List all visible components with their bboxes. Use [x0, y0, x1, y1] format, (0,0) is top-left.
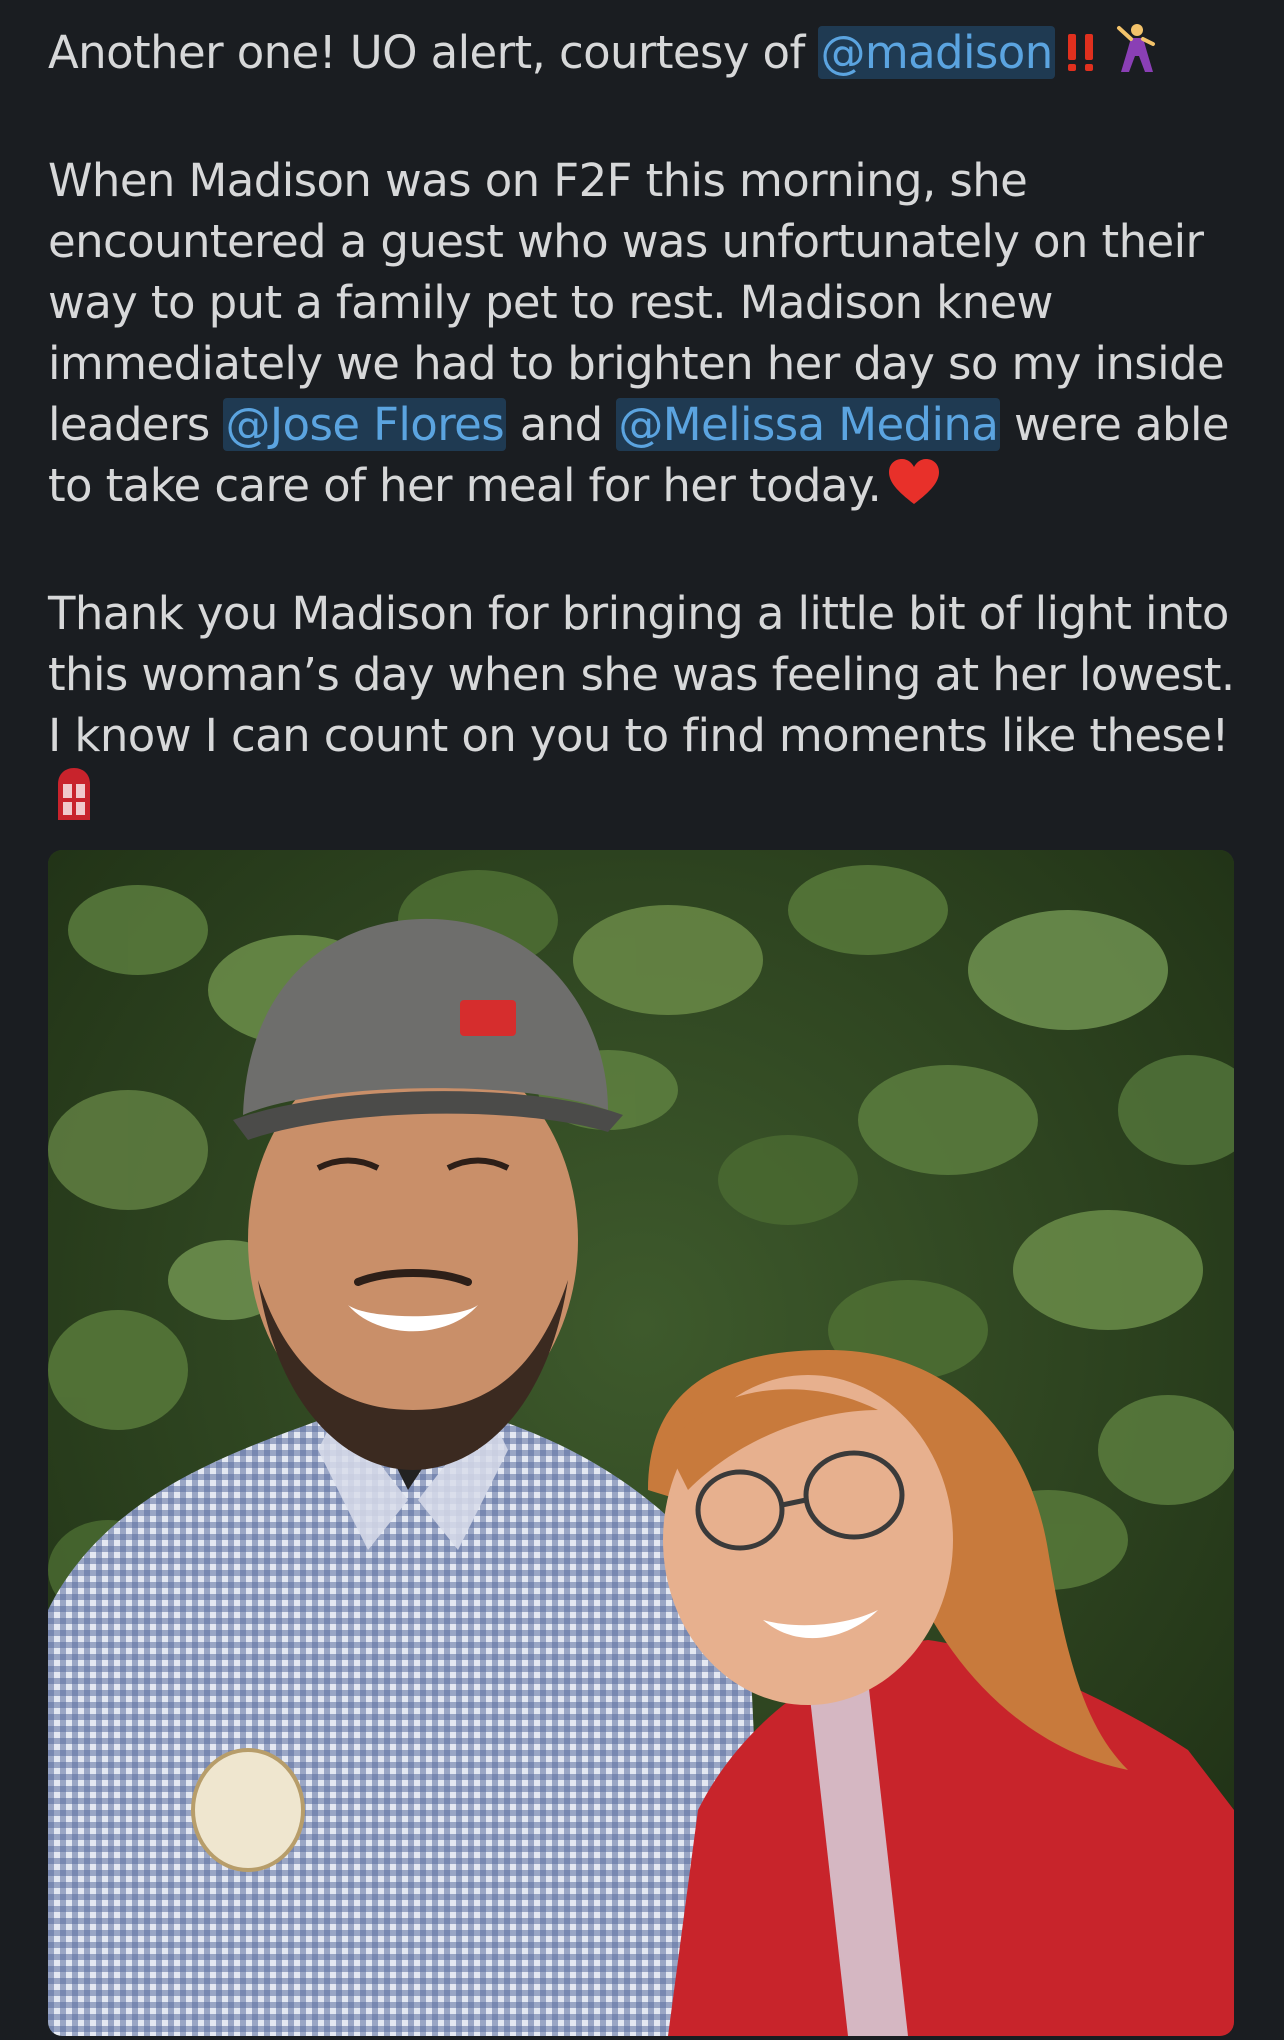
mention-melissa-medina[interactable]: @Melissa Medina: [616, 398, 1001, 451]
mention-jose-flores[interactable]: @Jose Flores: [223, 398, 507, 451]
attached-photo[interactable]: [48, 850, 1234, 2036]
message-text: Another one! UO alert, courtesy of @madi…: [48, 22, 1248, 837]
dancing-woman-icon: [1111, 22, 1161, 89]
message-paragraph-3: Thank you Madison for bringing a little …: [48, 583, 1248, 837]
message-paragraph-2: When Madison was on F2F this morning, sh…: [48, 150, 1248, 522]
paragraph3-text: Thank you Madison for bringing a little …: [48, 587, 1235, 762]
paragraph2-part2: and: [506, 398, 617, 451]
double-exclamation-icon: [1061, 28, 1105, 89]
mention-madison[interactable]: @madison: [818, 26, 1055, 79]
line1-text: Another one! UO alert, courtesy of: [48, 26, 819, 79]
photo-illustration: [48, 850, 1234, 2036]
door-icon: [54, 766, 94, 837]
message-body: Another one! UO alert, courtesy of @madi…: [48, 22, 1248, 837]
red-heart-icon: [887, 457, 941, 522]
message-line-1: Another one! UO alert, courtesy of @madi…: [48, 22, 1248, 89]
